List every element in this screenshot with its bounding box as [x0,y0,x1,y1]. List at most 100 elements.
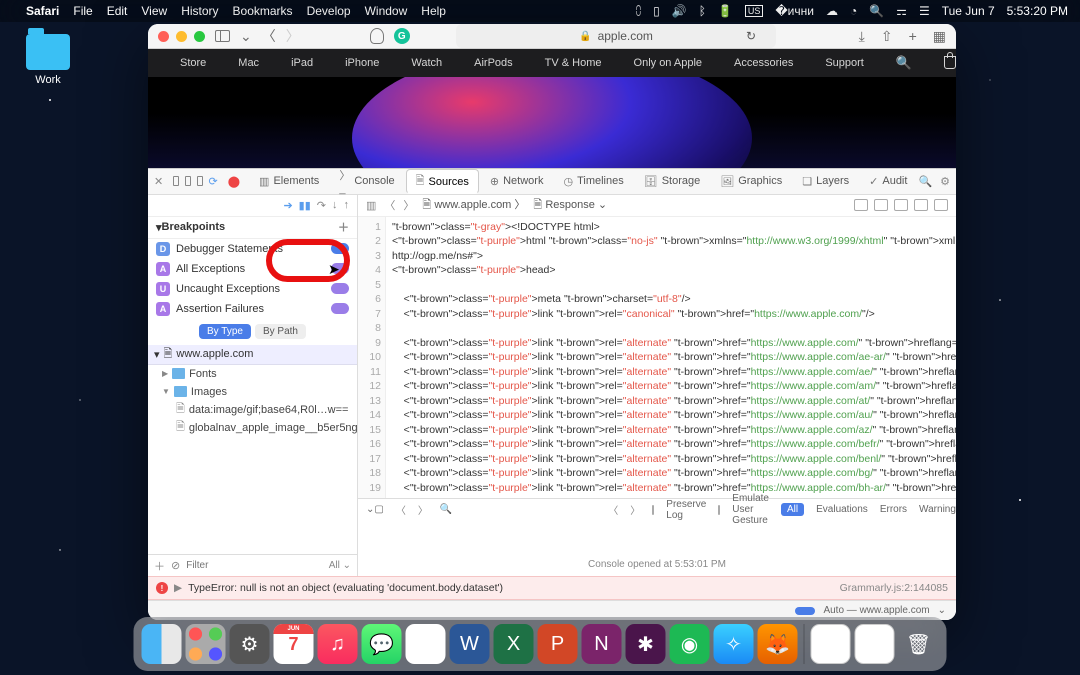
breakpoint-toggle[interactable] [331,243,349,254]
nav-search-icon[interactable]: 🔍 [896,55,912,71]
volume-icon[interactable]: 🔊 [672,4,687,18]
filter-input[interactable] [186,560,322,571]
console-filter-input[interactable] [464,504,584,515]
filter-by-path[interactable]: By Path [255,324,306,339]
menu-view[interactable]: View [141,4,167,18]
dock-trash[interactable]: 🗑 [899,624,939,664]
devtools-settings-icon[interactable]: ⚙ [940,175,950,188]
breakpoint-item[interactable]: AAssertion Failures [148,299,357,319]
dock-slack[interactable]: ✱ [626,624,666,664]
menu-file[interactable]: File [73,4,92,18]
menubar-date[interactable]: Tue Jun 7 [942,4,995,18]
dock-side-icon[interactable] [173,176,179,186]
dock-document-2[interactable]: 🗎 [855,624,895,664]
menubar-time[interactable]: 5:53:20 PM [1007,4,1068,18]
dock-powerpoint[interactable]: P [538,624,578,664]
nav-support[interactable]: Support [825,57,864,69]
dock-safari[interactable]: ✧ [714,624,754,664]
pause-icon[interactable]: ▮▮ [299,199,311,212]
console-errors[interactable]: Errors [880,504,907,515]
bluetooth-icon[interactable]: ᛒ [699,4,706,18]
console-warnings[interactable]: Warnings [919,504,956,515]
step-icon[interactable]: ↷ [317,199,326,212]
preserve-log-checkbox[interactable] [652,505,654,515]
dock-finder[interactable] [142,624,182,664]
reload-devtools-icon[interactable]: ⟳ [209,175,218,188]
breakpoint-item[interactable]: UUncaught Exceptions [148,279,357,299]
nav-watch[interactable]: Watch [411,57,442,69]
source-code[interactable]: 12345678910111213141516171819 "t-brown">… [358,217,956,499]
view-icon-2[interactable] [894,199,908,211]
tab-layers[interactable]: ❏Layers [793,169,858,194]
nav-bag-icon[interactable] [944,56,956,69]
console-eval[interactable]: Evaluations [816,504,868,515]
dock-excel[interactable]: X [494,624,534,664]
sidebar-toggle-icon[interactable] [215,30,230,42]
close-devtools-button[interactable]: ✕ [154,175,163,188]
address-bar[interactable]: 🔒 apple.com ↻ [456,24,776,48]
console-back-icon[interactable]: 〈 [396,502,406,517]
battery-alt-icon[interactable]: ▯ [653,4,660,18]
spotlight-icon[interactable]: 🔍 [869,4,884,18]
pretty-print-icon[interactable] [854,199,868,211]
grammarly-extension-icon[interactable]: G [394,28,410,44]
dropbox-icon[interactable]: ⩇ [636,4,641,19]
dock-word[interactable]: W [450,624,490,664]
tab-console[interactable]: 〉_Console [330,169,403,194]
tab-graphics[interactable]: 🖼Graphics [711,169,791,194]
toggle-sidebar-icon[interactable]: ▥ [366,199,376,212]
reload-icon[interactable]: ↻ [746,29,756,43]
tree-folder-fonts[interactable]: ▶Fonts [148,365,357,383]
menu-edit[interactable]: Edit [107,4,128,18]
clock-icon[interactable]: ◔ [850,4,857,18]
error-source[interactable]: Grammarly.js:2:144085 [840,582,948,594]
status-text[interactable]: Auto — www.apple.com [823,605,929,616]
console-error-row[interactable]: ! ▶ TypeError: null is not an object (ev… [148,576,956,600]
breakpoint-item[interactable]: AAll Exceptions [148,259,357,279]
input-source-icon[interactable]: US [745,5,764,17]
dock-launchpad[interactable] [186,624,226,664]
dock-firefox[interactable]: 🦊 [758,624,798,664]
tab-network[interactable]: ⊕Network [481,169,553,194]
dock-undock-icon[interactable] [197,176,203,186]
breadcrumb-response[interactable]: 🗎 Response ⌄ [533,196,607,215]
view-icon-3[interactable] [914,199,928,211]
dock-messages[interactable]: 💬 [362,624,402,664]
tab-sources[interactable]: 🗎Sources [406,169,479,194]
dock-bottom-icon[interactable] [185,176,191,186]
breakpoint-toggle[interactable] [331,283,349,294]
tree-file[interactable]: 🗎data:image/gif;base64,R0l…w== [148,401,357,419]
console-forward-icon[interactable]: 〉 [418,502,428,517]
dock-spotify[interactable]: ◉ [670,624,710,664]
filter-all[interactable]: All ⌄ [329,560,351,571]
sync-icon[interactable]: ☁ [826,4,838,18]
breakpoint-item[interactable]: DDebugger Statements [148,239,357,259]
battery-icon[interactable]: 🔋 [718,4,733,18]
step-out-icon[interactable]: ↑ [344,199,350,211]
dock-document-1[interactable]: 🗎 [811,624,851,664]
nav-airpods[interactable]: AirPods [474,57,513,69]
view-icon-1[interactable] [874,199,888,211]
desktop-folder-work[interactable]: Work [20,34,76,86]
minimize-window-button[interactable] [176,31,187,42]
dock-chrome[interactable]: ◉ [406,624,446,664]
menu-window[interactable]: Window [365,4,408,18]
breakpoint-toggle[interactable] [331,303,349,314]
tree-root[interactable]: ▾🗎www.apple.com [148,345,357,365]
wifi-icon[interactable]: �ични [775,4,814,18]
tab-overview-icon[interactable]: ▦ [933,28,946,45]
tab-audit[interactable]: ✓Audit [860,169,916,194]
zoom-window-button[interactable] [194,31,205,42]
nav-forward-icon[interactable]: 〉 [403,197,414,213]
emulate-gesture-checkbox[interactable] [718,505,720,515]
add-breakpoint-button[interactable]: ＋ [338,219,349,235]
step-over-icon[interactable]: ➔ [283,199,292,212]
downloads-icon[interactable]: ⤓ [859,28,865,45]
nav-tv[interactable]: TV & Home [545,57,602,69]
menu-history[interactable]: History [181,4,218,18]
nav-iphone[interactable]: iPhone [345,57,379,69]
dock-onenote[interactable]: N [582,624,622,664]
nav-back-icon[interactable]: 〈 [384,197,395,213]
tab-timelines[interactable]: ◷Timelines [554,169,632,194]
app-menu[interactable]: Safari [26,4,59,18]
